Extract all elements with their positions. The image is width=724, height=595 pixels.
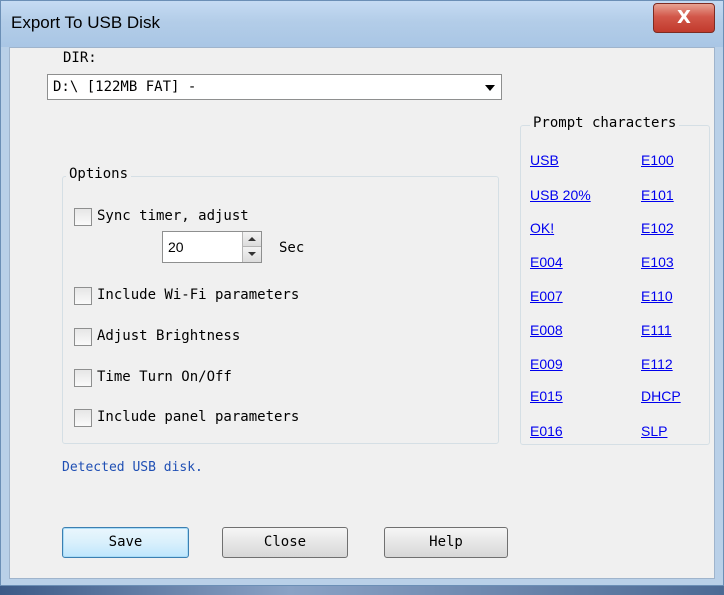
timer-spinner[interactable]: 20 <box>162 231 262 263</box>
adjust-brightness-label: Adjust Brightness <box>97 328 241 344</box>
close-button[interactable]: Close <box>222 527 348 558</box>
status-text: Detected USB disk. <box>62 460 203 475</box>
prompt-link[interactable]: OK! <box>530 220 554 236</box>
prompt-link[interactable]: USB <box>530 152 559 168</box>
adjust-brightness-checkbox[interactable] <box>74 328 92 346</box>
prompt-link[interactable]: E102 <box>641 220 674 236</box>
prompt-characters-title: Prompt characters <box>530 115 680 131</box>
prompt-link[interactable]: E009 <box>530 356 563 372</box>
prompt-link[interactable]: E007 <box>530 288 563 304</box>
dir-dropdown[interactable]: D:\ [122MB FAT] - <box>47 74 502 100</box>
sync-timer-checkbox[interactable] <box>74 208 92 226</box>
prompt-link[interactable]: E008 <box>530 322 563 338</box>
sync-timer-label: Sync timer, adjust <box>97 208 249 224</box>
spinner-buttons <box>242 232 261 262</box>
window-title: Export To USB Disk <box>11 13 160 32</box>
time-turn-label: Time Turn On/Off <box>97 369 232 385</box>
save-button[interactable]: Save <box>62 527 189 558</box>
prompt-link[interactable]: USB 20% <box>530 187 591 203</box>
taskbar-strip <box>0 586 724 595</box>
prompt-link[interactable]: E100 <box>641 152 674 168</box>
prompt-link[interactable]: E101 <box>641 187 674 203</box>
timer-value: 20 <box>168 239 184 255</box>
include-wifi-label: Include Wi-Fi parameters <box>97 287 300 303</box>
include-wifi-checkbox[interactable] <box>74 287 92 305</box>
timer-unit-label: Sec <box>279 240 305 256</box>
close-window-button[interactable]: X <box>653 3 715 33</box>
spin-down-arrow-icon[interactable] <box>243 247 261 262</box>
chevron-down-icon[interactable] <box>485 85 495 91</box>
include-panel-label: Include panel parameters <box>97 409 300 425</box>
spin-up-arrow-icon[interactable] <box>243 232 261 247</box>
prompt-link[interactable]: E004 <box>530 254 563 270</box>
prompt-link[interactable]: E110 <box>641 288 673 304</box>
help-button[interactable]: Help <box>384 527 508 558</box>
prompt-link[interactable]: E103 <box>641 254 674 270</box>
time-turn-checkbox[interactable] <box>74 369 92 387</box>
title-bar[interactable]: Export To USB Disk X <box>1 1 723 47</box>
prompt-link[interactable]: E016 <box>530 423 563 439</box>
prompt-link[interactable]: DHCP <box>641 388 681 404</box>
dir-dropdown-value: D:\ [122MB FAT] - <box>53 79 197 95</box>
prompt-link[interactable]: SLP <box>641 423 667 439</box>
prompt-link[interactable]: E015 <box>530 388 563 404</box>
prompt-link[interactable]: E112 <box>641 356 673 372</box>
prompt-link[interactable]: E111 <box>641 322 672 338</box>
dir-label: DIR: <box>63 50 97 66</box>
options-group-title: Options <box>66 166 132 182</box>
include-panel-checkbox[interactable] <box>74 409 92 427</box>
